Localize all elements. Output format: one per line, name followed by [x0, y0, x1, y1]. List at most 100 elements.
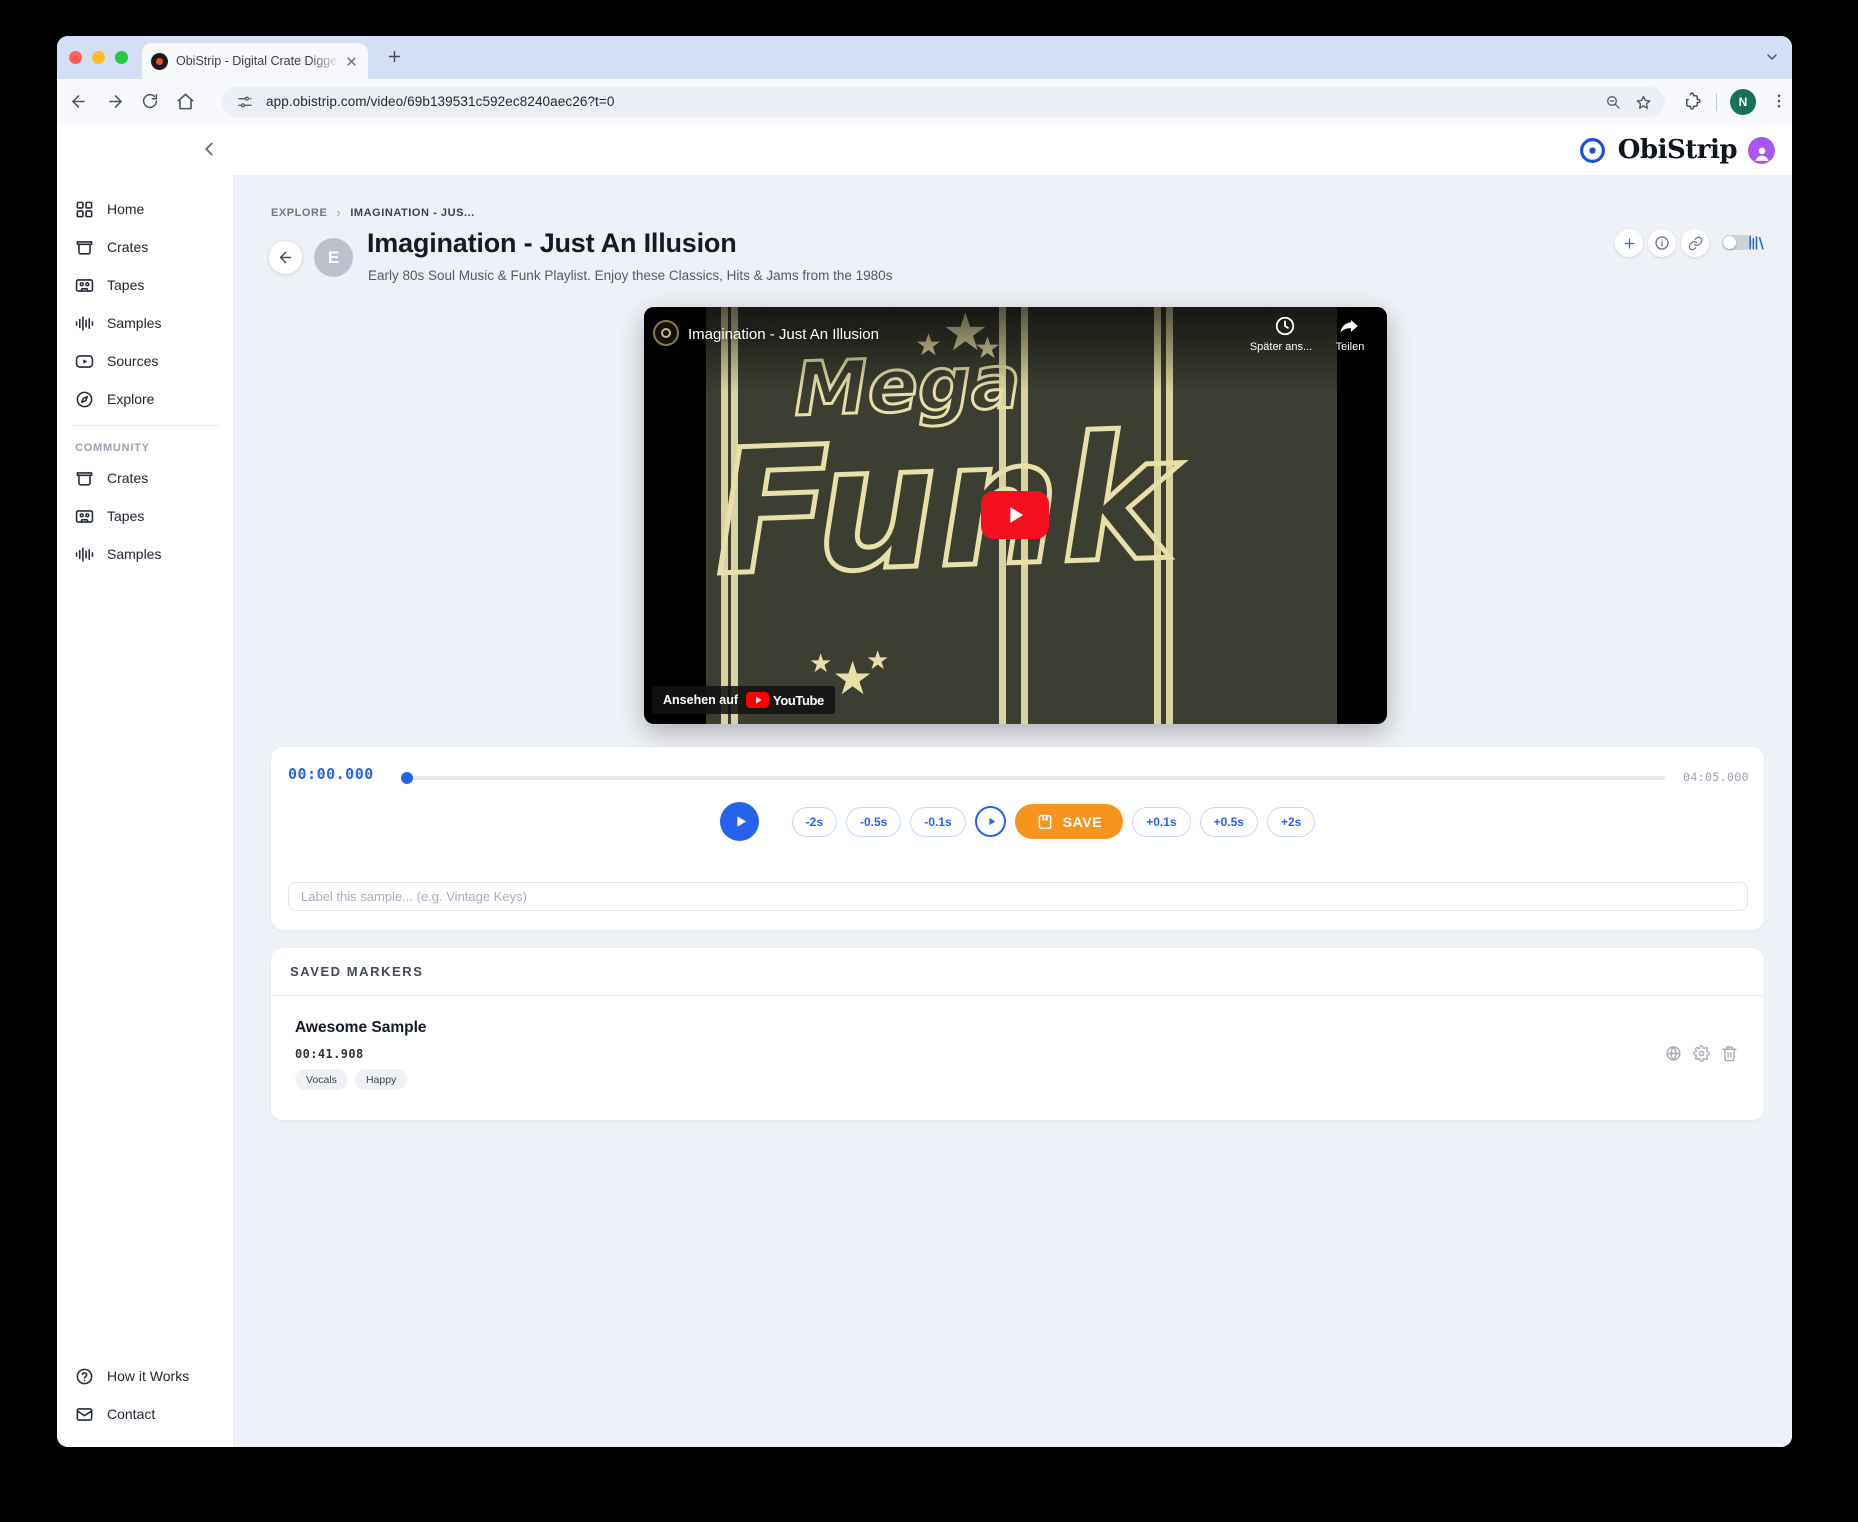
sidebar-item-community-tapes[interactable]: Tapes	[57, 497, 233, 535]
tab-title: ObiStrip - Digital Crate Digge	[176, 54, 344, 68]
bookmark-star-icon[interactable]	[1635, 94, 1652, 111]
cassette-icon	[75, 276, 94, 295]
watch-later-label[interactable]: Später ans...	[1239, 341, 1323, 353]
browser-window: ObiStrip - Digital Crate Digge app.obist…	[57, 36, 1792, 1447]
compass-icon	[75, 390, 94, 409]
marker-actions	[1665, 1045, 1738, 1062]
url-text[interactable]: app.obistrip.com/video/69b139531c592ec82…	[266, 94, 615, 109]
tag-badge: Happy	[355, 1069, 407, 1090]
toggle-knob[interactable]	[1723, 236, 1736, 249]
minimize-window-button[interactable]	[92, 51, 105, 64]
site-favicon	[151, 53, 168, 70]
save-button[interactable]: SAVE	[1015, 804, 1124, 839]
youtube-logo: YouTube	[746, 692, 824, 708]
bookmark-icon	[1036, 813, 1054, 831]
crate-icon	[75, 238, 94, 257]
zoom-out-icon[interactable]	[1605, 94, 1621, 110]
thumbnail-funk-text: Funk	[711, 421, 1176, 592]
obistrip-logo-text: ObiStrip	[1618, 135, 1737, 165]
help-circle-icon	[75, 1367, 94, 1386]
share-label[interactable]: Teilen	[1320, 341, 1380, 353]
seek-back-01s-button[interactable]: -0.1s	[910, 807, 965, 837]
back-icon[interactable]	[69, 92, 88, 111]
youtube-play-button[interactable]	[981, 491, 1049, 539]
seek-back-2s-button[interactable]: -2s	[792, 807, 837, 837]
channel-avatar[interactable]	[653, 320, 679, 346]
browser-profile-avatar[interactable]: N	[1730, 89, 1756, 115]
star-icon: ★	[866, 647, 889, 673]
sample-label-input[interactable]	[288, 882, 1748, 911]
close-window-button[interactable]	[69, 51, 82, 64]
markers-divider	[271, 995, 1764, 996]
avatar: E	[314, 238, 353, 277]
sidebar-item-community-crates[interactable]: Crates	[57, 459, 233, 497]
saved-markers-title: SAVED MARKERS	[290, 964, 423, 979]
seek-slider[interactable]	[403, 776, 1665, 780]
site-permissions-icon[interactable]	[237, 94, 253, 110]
youtube-logo-text: YouTube	[773, 693, 824, 708]
browser-menu-icon[interactable]	[1770, 92, 1788, 110]
player-card: 00:00.000 04:05.000 -2s -0.5s -0.1s SAVE…	[271, 747, 1764, 930]
mail-icon	[75, 1405, 94, 1424]
seek-fwd-01s-button[interactable]: +0.1s	[1132, 807, 1190, 837]
share-arrow-icon[interactable]	[1339, 315, 1361, 337]
sidebar-collapse-icon[interactable]	[198, 138, 220, 160]
user-avatar[interactable]	[1748, 137, 1775, 164]
maximize-window-button[interactable]	[115, 51, 128, 64]
forward-icon[interactable]	[106, 92, 125, 111]
watch-on-youtube-link[interactable]: Ansehen auf YouTube	[652, 686, 835, 714]
tab-search-chevron-icon[interactable]	[1764, 49, 1780, 65]
sidebar-item-sources[interactable]: Sources	[57, 342, 233, 380]
sidebar-item-samples[interactable]: Samples	[57, 304, 233, 342]
breadcrumb-explore-link[interactable]: EXPLORE	[271, 207, 327, 219]
tab-close-icon[interactable]	[344, 54, 359, 69]
sidebar-item-home[interactable]: Home	[57, 190, 233, 228]
gear-icon[interactable]	[1693, 1045, 1710, 1062]
browser-tab-strip: ObiStrip - Digital Crate Digge	[57, 36, 1792, 79]
sidebar-divider	[71, 425, 219, 426]
obistrip-logo-icon	[1578, 136, 1607, 165]
cassette-icon	[75, 507, 94, 526]
page-title: Imagination - Just An Illusion	[367, 228, 737, 259]
preview-play-button[interactable]	[975, 806, 1006, 837]
back-button[interactable]	[269, 241, 302, 274]
waveform-icon	[75, 314, 94, 333]
marker-time: 00:41.908	[295, 1047, 364, 1061]
home-grid-icon	[75, 200, 94, 219]
video-overlay-title[interactable]: Imagination - Just An Illusion	[688, 326, 879, 343]
breadcrumb: EXPLORE › IMAGINATION - JUS...	[271, 205, 475, 220]
breadcrumb-separator-icon: ›	[336, 205, 341, 220]
new-tab-button[interactable]	[386, 48, 403, 65]
play-button[interactable]	[720, 802, 759, 841]
sidebar-item-crates[interactable]: Crates	[57, 228, 233, 266]
globe-icon[interactable]	[1665, 1045, 1682, 1062]
sidebar-item-community-samples[interactable]: Samples	[57, 535, 233, 573]
copy-link-button[interactable]	[1681, 229, 1709, 257]
sidebar-item-how-it-works[interactable]: How it Works	[57, 1357, 233, 1395]
home-icon[interactable]	[176, 92, 195, 111]
seek-slider-thumb[interactable]	[401, 772, 413, 784]
add-button[interactable]	[1615, 229, 1643, 257]
extensions-icon[interactable]	[1683, 92, 1701, 110]
seek-fwd-05s-button[interactable]: +0.5s	[1200, 807, 1258, 837]
trash-icon[interactable]	[1721, 1045, 1738, 1062]
page-subtitle: Early 80s Soul Music & Funk Playlist. En…	[368, 268, 892, 283]
seek-back-05s-button[interactable]: -0.5s	[846, 807, 901, 837]
watch-later-clock-icon[interactable]	[1274, 315, 1296, 337]
star-icon: ★	[809, 650, 832, 676]
sidebar-item-contact[interactable]: Contact	[57, 1395, 233, 1433]
info-button[interactable]	[1648, 229, 1676, 257]
youtube-player[interactable]: ★ ★ ★ Mega Funk ★ ★ ★ Imagination - Just…	[644, 307, 1387, 724]
youtube-logo-icon	[746, 692, 769, 708]
reload-icon[interactable]	[141, 92, 159, 110]
sidebar-item-tapes[interactable]: Tapes	[57, 266, 233, 304]
duration: 04:05.000	[1683, 770, 1749, 784]
sidebar-item-explore[interactable]: Explore	[57, 380, 233, 418]
browser-tab[interactable]: ObiStrip - Digital Crate Digge	[142, 43, 368, 79]
transport-controls: -2s -0.5s -0.1s SAVE +0.1s +0.5s +2s	[271, 802, 1764, 841]
url-bar[interactable]: app.obistrip.com/video/69b139531c592ec82…	[222, 87, 1665, 117]
library-bars-icon[interactable]	[1747, 233, 1766, 252]
seek-fwd-2s-button[interactable]: +2s	[1267, 807, 1315, 837]
video-source-icon	[75, 352, 94, 371]
crate-icon	[75, 469, 94, 488]
